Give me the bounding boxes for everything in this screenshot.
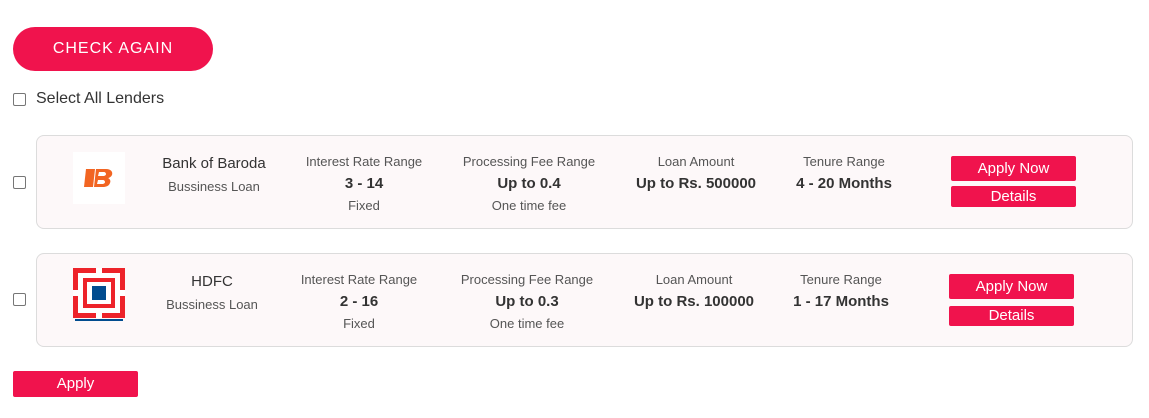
processing-fee-value: Up to 0.3: [495, 293, 559, 310]
tenure-label: Tenure Range: [803, 154, 885, 169]
processing-fee-label: Processing Fee Range: [462, 154, 596, 169]
lender-name-column: HDFC Bussiness Loan: [147, 273, 277, 312]
processing-fee-column: Processing Fee Range Up to 0.3 One time …: [447, 272, 607, 331]
processing-fee-type: One time fee: [491, 198, 567, 213]
interest-rate-column: Interest Rate Range 2 - 16 Fixed: [289, 272, 429, 331]
loan-type: Bussiness Loan: [168, 179, 260, 194]
loan-amount-label: Loan Amount: [657, 154, 735, 169]
select-all-lenders[interactable]: Select All Lenders: [13, 90, 164, 108]
processing-fee-type: One time fee: [489, 316, 565, 331]
check-again-button[interactable]: CHECK AGAIN: [13, 27, 213, 71]
processing-fee-column: Processing Fee Range Up to 0.4 One time …: [449, 154, 609, 213]
processing-fee-value: Up to 0.4: [497, 175, 561, 192]
apply-now-button[interactable]: Apply Now: [949, 274, 1074, 299]
tenure-column: Tenure Range 4 - 20 Months: [784, 154, 904, 192]
lender-name-column: Bank of Baroda Bussiness Loan: [149, 155, 279, 194]
select-all-label: Select All Lenders: [36, 90, 165, 107]
apply-now-button[interactable]: Apply Now: [951, 156, 1076, 181]
tenure-label: Tenure Range: [800, 272, 882, 287]
interest-rate-type: Fixed: [348, 198, 380, 213]
loan-amount-label: Loan Amount: [655, 272, 733, 287]
loan-amount-column: Loan Amount Up to Rs. 100000: [619, 272, 769, 310]
lender-checkbox-bank-of-baroda[interactable]: [13, 176, 26, 189]
bank-of-baroda-logo-icon: [73, 152, 125, 204]
interest-rate-value: 3 - 14: [344, 175, 384, 192]
loan-amount-value: Up to Rs. 500000: [635, 175, 757, 192]
lender-name: Bank of Baroda: [162, 155, 266, 172]
details-button[interactable]: Details: [949, 306, 1074, 326]
loan-type: Bussiness Loan: [166, 297, 258, 312]
interest-rate-label: Interest Rate Range: [300, 272, 418, 287]
hdfc-bank-logo-icon: [73, 268, 125, 321]
interest-rate-column: Interest Rate Range 3 - 14 Fixed: [294, 154, 434, 213]
details-button[interactable]: Details: [951, 186, 1076, 207]
processing-fee-label: Processing Fee Range: [460, 272, 594, 287]
select-all-checkbox[interactable]: [13, 92, 26, 106]
interest-rate-type: Fixed: [343, 316, 375, 331]
tenure-value: 4 - 20 Months: [796, 175, 892, 192]
lender-name: HDFC: [191, 273, 233, 290]
lender-card-bank-of-baroda: Bank of Baroda Bussiness Loan Interest R…: [36, 135, 1133, 229]
lender-checkbox-hdfc[interactable]: [13, 293, 26, 306]
loan-amount-value: Up to Rs. 100000: [633, 293, 755, 310]
interest-rate-label: Interest Rate Range: [305, 154, 423, 169]
loan-amount-column: Loan Amount Up to Rs. 500000: [621, 154, 771, 192]
tenure-column: Tenure Range 1 - 17 Months: [781, 272, 901, 310]
lender-card-hdfc: HDFC Bussiness Loan Interest Rate Range …: [36, 253, 1133, 347]
interest-rate-value: 2 - 16: [339, 293, 379, 310]
apply-button[interactable]: Apply: [13, 371, 138, 397]
tenure-value: 1 - 17 Months: [793, 293, 889, 310]
